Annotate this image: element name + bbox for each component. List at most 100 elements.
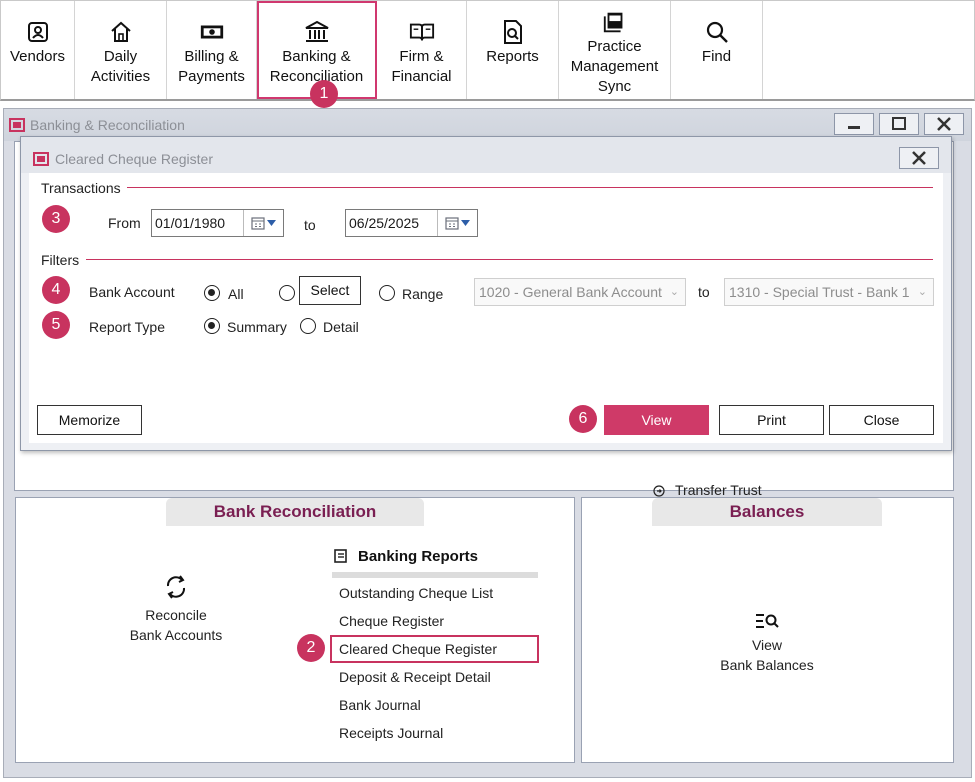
select-accounts-button[interactable]: Select (299, 276, 361, 305)
toolbar-label: Find (701, 48, 732, 65)
section-divider (86, 259, 933, 260)
reconcile-label: Reconcile Bank Accounts (129, 607, 223, 643)
chevron-down-icon: ⌄ (669, 286, 679, 298)
from-label: From (108, 215, 141, 231)
minimize-icon (848, 126, 860, 129)
app-logo-icon (33, 152, 49, 166)
report-list-icon (334, 549, 347, 563)
filters-section-label: Filters (41, 252, 80, 268)
range-from-select[interactable]: 1020 - General Bank Account ⌄ (474, 278, 686, 306)
home-icon (108, 19, 134, 45)
report-outstanding-cheque-list[interactable]: Outstanding Cheque List (339, 585, 493, 601)
report-search-icon (500, 19, 526, 45)
report-type-label: Report Type (89, 319, 166, 335)
step-badge: 4 (42, 276, 70, 304)
view-bank-balances-button[interactable]: View Bank Balances (692, 612, 842, 675)
close-icon (937, 117, 951, 131)
range-to-label: to (698, 284, 710, 300)
dialog-close-button[interactable] (899, 147, 939, 169)
print-button[interactable]: Print (719, 405, 824, 435)
vendor-contact-icon (25, 19, 51, 45)
refresh-icon (166, 575, 186, 599)
calendar-dropdown[interactable] (437, 210, 477, 236)
toolbar-firm-financial-button[interactable]: Firm & Financial (377, 1, 467, 99)
bank-icon (304, 19, 330, 45)
reconcile-bank-accounts-button[interactable]: Reconcile Bank Accounts (106, 574, 246, 645)
calendar-icon (445, 217, 459, 230)
toolbar-label: Daily Activities (90, 48, 151, 85)
report-bank-journal[interactable]: Bank Journal (339, 697, 421, 713)
to-date-input[interactable]: 06/25/2025 (345, 209, 478, 237)
range-to-value: 1310 - Special Trust - Bank 1 (729, 284, 910, 300)
bank-reconciliation-tab: Bank Reconciliation (166, 498, 424, 526)
dialog-title: Cleared Cheque Register (55, 151, 213, 167)
maximize-button[interactable] (879, 113, 919, 135)
report-type-summary-radio[interactable] (204, 318, 220, 334)
bank-reconciliation-panel: Bank Reconciliation Reconcile Bank Accou… (15, 497, 575, 763)
transactions-section-label: Transactions (41, 180, 121, 196)
report-cleared-cheque-register[interactable]: Cleared Cheque Register (339, 641, 497, 657)
transfer-arrow-icon (653, 485, 665, 497)
section-divider (127, 187, 933, 188)
step-badge: 1 (310, 80, 338, 108)
detail-option-label: Detail (323, 319, 359, 335)
toolbar-billing-payments-button[interactable]: Billing & Payments (167, 1, 257, 99)
close-button[interactable]: Close (829, 405, 934, 435)
balances-panel: Balances View Bank Balances (581, 497, 954, 763)
to-date-value: 06/25/2025 (349, 215, 420, 231)
toolbar-label: Vendors (9, 48, 66, 65)
main-toolbar: Vendors Daily Activities Billing & Payme… (0, 0, 975, 101)
app-logo-icon (9, 118, 25, 132)
maximize-icon (892, 117, 906, 130)
transfer-trust-link[interactable]: Transfer Trust (675, 482, 762, 498)
book-icon (409, 19, 435, 45)
list-search-icon (756, 614, 779, 628)
all-option-label: All (228, 286, 244, 302)
summary-option-label: Summary (227, 319, 287, 335)
toolbar-label: Firm & Financial (391, 48, 452, 85)
toolbar-vendors-button[interactable]: Vendors (1, 1, 75, 99)
close-icon (912, 151, 926, 165)
chevron-down-icon (267, 220, 276, 226)
bank-account-all-radio[interactable] (204, 285, 220, 301)
from-date-value: 01/01/1980 (155, 215, 226, 231)
step-badge: 6 (569, 405, 597, 433)
money-icon (199, 19, 225, 45)
balances-tab: Balances (652, 498, 882, 526)
toolbar-daily-activities-button[interactable]: Daily Activities (75, 1, 167, 99)
calendar-icon (251, 217, 265, 230)
view-balances-label: View Bank Balances (720, 637, 814, 673)
toolbar-practice-management-sync-button[interactable]: Practice Management Sync (559, 1, 671, 99)
report-cheque-register[interactable]: Cheque Register (339, 613, 444, 629)
view-button[interactable]: View (604, 405, 709, 435)
calendar-dropdown[interactable] (243, 210, 283, 236)
toolbar-find-button[interactable]: Find (671, 1, 763, 99)
toolbar-reports-button[interactable]: Reports (467, 1, 559, 99)
memorize-button[interactable]: Memorize (37, 405, 142, 435)
bank-account-range-radio[interactable] (379, 285, 395, 301)
step-badge: 3 (42, 205, 70, 233)
range-to-select[interactable]: 1310 - Special Trust - Bank 1 ⌄ (724, 278, 934, 306)
sync-book-icon (602, 9, 628, 35)
dialog-titlebar: Cleared Cheque Register (21, 137, 951, 173)
bank-account-label: Bank Account (89, 284, 175, 300)
toolbar-label: Practice Management Sync (570, 38, 659, 95)
report-receipts-journal[interactable]: Receipts Journal (339, 725, 443, 741)
toolbar-label: Billing & Payments (178, 48, 245, 85)
magnifier-icon (704, 19, 730, 45)
banking-reports-heading: Banking Reports (358, 548, 479, 565)
range-from-value: 1020 - General Bank Account (479, 284, 662, 300)
heading-underline (332, 572, 538, 578)
step-badge: 2 (297, 634, 325, 662)
range-option-label: Range (402, 286, 444, 302)
from-date-input[interactable]: 01/01/1980 (151, 209, 284, 237)
report-deposit-receipt-detail[interactable]: Deposit & Receipt Detail (339, 669, 491, 685)
chevron-down-icon: ⌄ (917, 286, 927, 298)
dialog-body: Transactions From 01/01/1980 to 06/25/20… (29, 173, 943, 443)
window-close-button[interactable] (924, 113, 964, 135)
bank-account-select-radio[interactable] (279, 285, 295, 301)
step-badge: 5 (42, 311, 70, 339)
cleared-cheque-register-dialog: Cleared Cheque Register Transactions Fro… (20, 136, 952, 451)
minimize-button[interactable] (834, 113, 874, 135)
report-type-detail-radio[interactable] (300, 318, 316, 334)
